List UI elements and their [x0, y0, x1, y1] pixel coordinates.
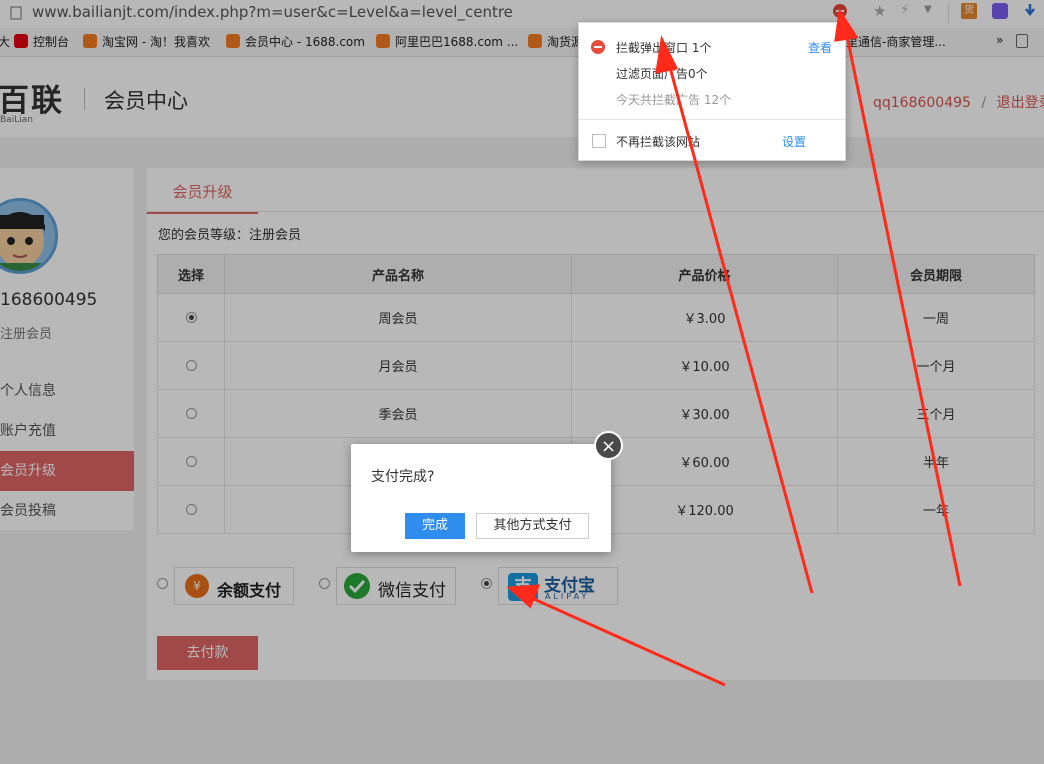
annotation-arrows	[506, 7, 962, 687]
annotation-arrow-head	[655, 35, 679, 74]
annotation-arrow	[843, 25, 962, 587]
annotation-arrow	[524, 593, 726, 687]
annotation-arrow-head	[834, 7, 859, 42]
annotation-arrow	[666, 59, 814, 594]
annotation-arrow-head	[506, 584, 541, 609]
